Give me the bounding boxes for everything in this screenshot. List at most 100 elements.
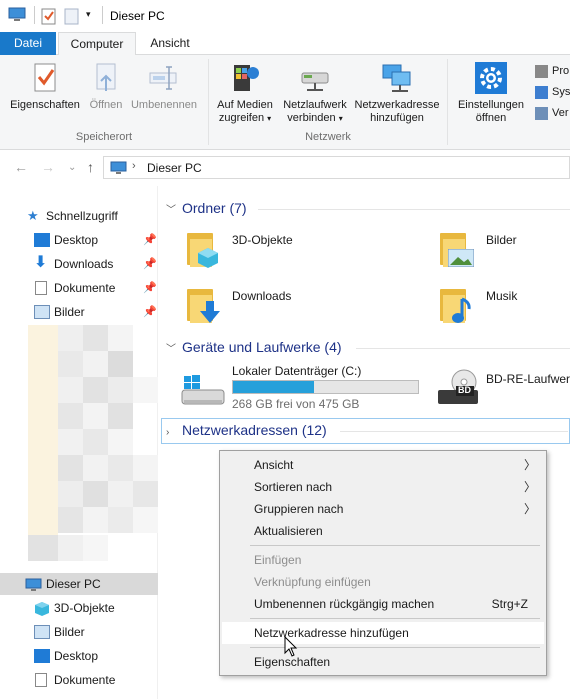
- bd-drive-label[interactable]: BD-RE-Laufwerk: [486, 372, 570, 386]
- map-network-drive-button[interactable]: Netzlaufwerk verbinden ▾: [280, 61, 350, 125]
- menu-label: Aktualisieren: [254, 524, 323, 538]
- manage-button[interactable]: Ver: [535, 104, 569, 122]
- up-arrow-icon[interactable]: ↑: [87, 159, 94, 175]
- network-section-header[interactable]: › Netzwerkadressen (12): [166, 422, 327, 438]
- menu-item-view[interactable]: Ansicht 〉: [222, 454, 544, 476]
- tab-file[interactable]: Datei: [0, 32, 56, 55]
- rename-icon: [147, 61, 181, 95]
- rename-button[interactable]: Umbenennen: [128, 61, 200, 112]
- forward-arrow-icon[interactable]: →: [41, 159, 55, 175]
- menu-shortcut: Strg+Z: [491, 597, 528, 611]
- chevron-right-icon: ›: [166, 427, 170, 438]
- manage-icon: [535, 106, 548, 120]
- menu-item-group-by[interactable]: Gruppieren nach 〉: [222, 498, 544, 520]
- add-network-location-button[interactable]: Netzwerkadresse hinzufügen: [351, 61, 443, 125]
- devices-section-header[interactable]: ﹀ Geräte und Laufwerke (4): [166, 339, 342, 355]
- folder-label-downloads[interactable]: Downloads: [232, 289, 291, 303]
- navigation-pane: ★ Schnellzugriff Desktop 📌 ⬇ Downloads 📌…: [0, 186, 158, 699]
- qa-dropdown-icon[interactable]: ▾: [86, 9, 91, 20]
- menu-item-undo-rename[interactable]: Umbenennen rückgängig machen Strg+Z: [222, 593, 544, 615]
- tab-view[interactable]: Ansicht: [140, 32, 200, 55]
- map-drive-label-1: Netzlaufwerk: [283, 99, 347, 111]
- computer-icon: [25, 577, 42, 591]
- menu-item-refresh[interactable]: Aktualisieren: [222, 520, 544, 542]
- network-header-label: Netzwerkadressen (12): [182, 422, 327, 438]
- open-button[interactable]: Öffnen: [86, 61, 126, 112]
- breadcrumb-chevron-icon[interactable]: ›: [132, 160, 136, 172]
- address-bar[interactable]: › Dieser PC: [103, 156, 570, 179]
- pictures-folder-icon[interactable]: [438, 229, 478, 269]
- breadcrumb[interactable]: Dieser PC: [147, 161, 202, 175]
- new-folder-qa-icon[interactable]: [64, 7, 80, 28]
- access-media-button[interactable]: Auf Medien zugreifen ▾: [212, 61, 278, 125]
- chevron-right-icon: 〉: [523, 458, 536, 472]
- uninstall-program-button[interactable]: Pro: [535, 62, 569, 80]
- sidebar-label: Bilder: [54, 625, 85, 639]
- back-arrow-icon[interactable]: ←: [14, 159, 28, 175]
- music-folder-icon[interactable]: [438, 285, 478, 325]
- menu-label: Umbenennen rückgängig machen: [254, 597, 435, 611]
- sidebar-item-3d-objects[interactable]: 3D-Objekte: [0, 597, 158, 619]
- bd-drive-icon[interactable]: BD: [436, 368, 480, 408]
- menu-item-properties[interactable]: Eigenschaften: [222, 651, 544, 673]
- system-label: Syst: [552, 86, 570, 98]
- computer-icon[interactable]: [8, 7, 26, 26]
- sidebar-item-desktop-2[interactable]: Desktop: [0, 645, 158, 667]
- gear-icon: [474, 61, 508, 95]
- mouse-cursor-icon: [284, 635, 298, 658]
- properties-button[interactable]: Eigenschaften: [6, 61, 84, 112]
- menu-label: Verknüpfung einfügen: [254, 575, 371, 589]
- properties-qa-icon[interactable]: [41, 7, 57, 28]
- devices-header-label: Geräte und Laufwerke (4): [182, 339, 342, 355]
- menu-item-paste-shortcut[interactable]: Verknüpfung einfügen: [222, 571, 544, 593]
- sidebar-item-documents[interactable]: Dokumente 📌: [0, 277, 158, 299]
- 3d-objects-folder-icon[interactable]: [185, 229, 225, 269]
- tab-computer[interactable]: Computer: [58, 32, 136, 56]
- pin-icon[interactable]: 📌: [143, 301, 157, 323]
- folder-label-pictures[interactable]: Bilder: [486, 233, 517, 247]
- chevron-down-icon: ▾: [267, 114, 272, 123]
- sidebar-item-downloads[interactable]: ⬇ Downloads 📌: [0, 253, 158, 275]
- sidebar-label: Dokumente: [54, 281, 116, 295]
- ribbon-tabs: Datei Computer Ansicht: [0, 32, 570, 56]
- menu-item-add-network-location[interactable]: Netzwerkadresse hinzufügen: [222, 622, 544, 644]
- pin-icon[interactable]: 📌: [143, 229, 157, 251]
- pin-icon[interactable]: 📌: [143, 277, 157, 299]
- context-menu: Ansicht 〉 Sortieren nach 〉 Gruppieren na…: [219, 450, 547, 676]
- chevron-down-icon: ﹀: [166, 205, 176, 216]
- folders-header-label: Ordner (7): [182, 200, 247, 216]
- folder-label-3d-objects[interactable]: 3D-Objekte: [232, 233, 293, 247]
- title-bar: ▾ Dieser PC: [0, 0, 570, 32]
- menu-item-paste[interactable]: Einfügen: [222, 549, 544, 571]
- recent-chevron-icon[interactable]: ⌄: [68, 162, 76, 173]
- location-group-label: Speicherort: [75, 131, 133, 143]
- sidebar-item-documents-2[interactable]: Dokumente: [0, 669, 158, 691]
- open-settings-button[interactable]: Einstellungen öffnen: [452, 61, 530, 125]
- sidebar-label: Schnellzugriff: [46, 209, 118, 223]
- menu-item-sort-by[interactable]: Sortieren nach 〉: [222, 476, 544, 498]
- map-drive-label-2: verbinden: [287, 112, 336, 124]
- sidebar-item-pictures-2[interactable]: Bilder: [0, 621, 158, 643]
- downloads-folder-icon[interactable]: [185, 285, 225, 325]
- ribbon-separator-2: [447, 59, 448, 145]
- sidebar-label: 3D-Objekte: [54, 601, 115, 615]
- sidebar-item-pictures[interactable]: Bilder 📌: [0, 301, 158, 323]
- folder-label-music[interactable]: Musik: [486, 289, 517, 303]
- drive-name[interactable]: Lokaler Datenträger (C:): [232, 364, 361, 378]
- sidebar-item-desktop[interactable]: Desktop 📌: [0, 229, 158, 251]
- pin-icon[interactable]: 📌: [143, 253, 157, 275]
- open-label: Öffnen: [89, 99, 123, 111]
- windows-drive-icon[interactable]: [180, 374, 226, 408]
- open-icon: [89, 61, 123, 95]
- add-network-label-1: Netzwerkadresse: [354, 99, 440, 111]
- add-network-label-2: hinzufügen: [370, 112, 424, 124]
- sidebar-item-this-pc[interactable]: Dieser PC: [0, 573, 158, 595]
- menu-label: Einfügen: [254, 553, 302, 567]
- system-properties-button[interactable]: Syst: [535, 83, 570, 101]
- folders-section-header[interactable]: ﹀ Ordner (7): [166, 200, 247, 216]
- picture-icon: [34, 305, 50, 319]
- settings-label-2: öffnen: [475, 112, 507, 124]
- chevron-down-icon: ﹀: [166, 344, 176, 355]
- sidebar-item-quick-access[interactable]: ★ Schnellzugriff: [0, 205, 158, 227]
- program-icon: [535, 64, 548, 78]
